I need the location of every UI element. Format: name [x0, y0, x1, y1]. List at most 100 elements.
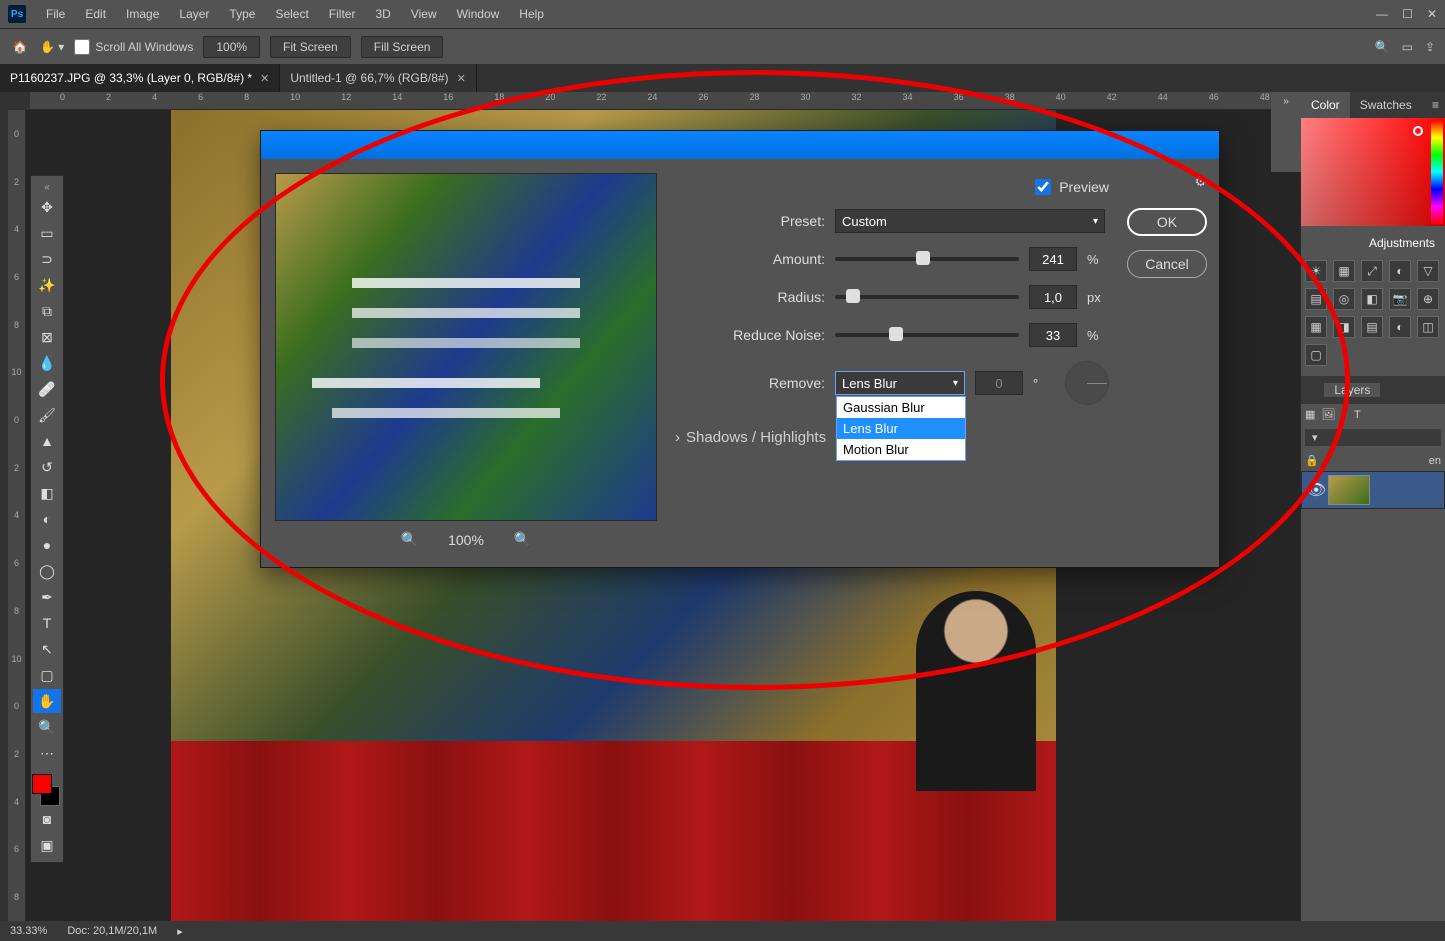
photo-filter-icon[interactable]: 📷 [1389, 288, 1411, 310]
layer-filter-adj-icon[interactable]: ◐ [1341, 409, 1348, 421]
move-tool-icon[interactable]: ✥ [33, 195, 61, 219]
tab-channels[interactable] [1301, 383, 1324, 397]
hand-tool-icon[interactable]: ✋ [33, 689, 61, 713]
hue-slider[interactable] [1431, 120, 1443, 224]
healing-tool-icon[interactable]: 🩹 [33, 377, 61, 401]
tools-collapse-icon[interactable]: « [31, 180, 63, 194]
menu-edit[interactable]: Edit [75, 7, 116, 21]
noise-slider[interactable] [835, 333, 1019, 337]
invert-adj-icon[interactable]: ◨ [1333, 316, 1355, 338]
noise-input[interactable] [1029, 323, 1077, 347]
tab-color[interactable]: Color [1301, 92, 1350, 118]
lasso-tool-icon[interactable]: ⊃ [33, 247, 61, 271]
blend-mode-select[interactable]: ▾ [1305, 429, 1441, 446]
brightness-adj-icon[interactable]: ☀ [1305, 260, 1327, 282]
history-brush-icon[interactable]: ↺ [33, 455, 61, 479]
color-swatches[interactable] [32, 772, 62, 806]
crop-tool-icon[interactable]: ⧉ [33, 299, 61, 323]
document-tab[interactable]: Untitled-1 @ 66,7% (RGB/8#) ✕ [280, 64, 476, 92]
menu-type[interactable]: Type [219, 7, 265, 21]
layer-row[interactable]: 👁 [1301, 471, 1445, 509]
preview-check[interactable]: Preview [1035, 179, 1109, 195]
color-picker[interactable] [1301, 118, 1445, 226]
ok-button[interactable]: OK [1127, 208, 1207, 236]
menu-layer[interactable]: Layer [169, 7, 219, 21]
status-zoom[interactable]: 33.33% [10, 925, 47, 937]
gear-icon[interactable]: ⚙ [1194, 173, 1207, 190]
hand-tool-icon[interactable]: ✋ ▾ [40, 40, 64, 54]
fit-screen-button[interactable]: Fit Screen [270, 36, 351, 58]
more-tool-icon[interactable]: ⋯ [33, 741, 61, 765]
cb-adj-icon[interactable]: ◎ [1333, 288, 1355, 310]
vibrance-adj-icon[interactable]: ▽ [1417, 260, 1439, 282]
status-doc[interactable]: Doc: 20,1M/20,1M [67, 925, 157, 937]
path-tool-icon[interactable]: ↖ [33, 637, 61, 661]
dialog-titlebar[interactable] [261, 131, 1219, 159]
pen-tool-icon[interactable]: ✒ [33, 585, 61, 609]
type-tool-icon[interactable]: T [33, 611, 61, 635]
angle-dial[interactable] [1065, 361, 1109, 405]
remove-option-motion[interactable]: Motion Blur [837, 439, 965, 460]
menu-image[interactable]: Image [116, 7, 169, 21]
zoom-out-icon[interactable]: 🔍 [401, 531, 418, 548]
tab-close-icon[interactable]: ✕ [457, 72, 466, 85]
maximize-icon[interactable]: ☐ [1402, 7, 1413, 21]
eraser-tool-icon[interactable]: ◧ [33, 481, 61, 505]
layer-filter-icon[interactable]: ▦ [1305, 408, 1315, 421]
close-icon[interactable]: ✕ [1427, 7, 1437, 21]
menu-filter[interactable]: Filter [319, 7, 366, 21]
mask-mode-icon[interactable]: ◙ [33, 807, 61, 831]
stamp-tool-icon[interactable]: ▲ [33, 429, 61, 453]
wand-tool-icon[interactable]: ✨ [33, 273, 61, 297]
lock-icon[interactable]: 🔒 [1305, 454, 1319, 467]
share-icon[interactable]: ⇪ [1425, 40, 1435, 54]
hue-adj-icon[interactable]: ▤ [1305, 288, 1327, 310]
menu-help[interactable]: Help [509, 7, 554, 21]
zoom-tool-icon[interactable]: 🔍 [33, 715, 61, 739]
layer-filter-pix-icon[interactable]: 🖼 [1321, 408, 1335, 421]
gradient-tool-icon[interactable]: ◐ [33, 507, 61, 531]
menu-3d[interactable]: 3D [365, 7, 400, 21]
marquee-tool-icon[interactable]: ▭ [33, 221, 61, 245]
amount-slider[interactable] [835, 257, 1019, 261]
tab-layers[interactable]: Layers [1324, 383, 1380, 397]
brush-tool-icon[interactable]: 🖌 [33, 403, 61, 427]
picker-handle[interactable] [1413, 126, 1423, 136]
remove-option-lens[interactable]: Lens Blur [837, 418, 965, 439]
search-icon[interactable]: 🔍 [1375, 40, 1390, 54]
preview-image[interactable] [275, 173, 657, 521]
menu-select[interactable]: Select [265, 7, 318, 21]
dodge-tool-icon[interactable]: ◯ [33, 559, 61, 583]
zoom-in-icon[interactable]: 🔍 [514, 531, 531, 548]
zoom-display[interactable]: 100% [203, 36, 260, 58]
radius-slider[interactable] [835, 295, 1019, 299]
levels-adj-icon[interactable]: ▦ [1333, 260, 1355, 282]
radius-input[interactable] [1029, 285, 1077, 309]
lut-adj-icon[interactable]: ▦ [1305, 316, 1327, 338]
minimize-icon[interactable]: — [1376, 7, 1388, 21]
menu-file[interactable]: File [36, 7, 75, 21]
eyedropper-tool-icon[interactable]: 💧 [33, 351, 61, 375]
shape-tool-icon[interactable]: ▢ [33, 663, 61, 687]
exposure-adj-icon[interactable]: ◐ [1389, 260, 1411, 282]
visibility-icon[interactable]: 👁 [1306, 480, 1322, 500]
curves-adj-icon[interactable]: ⤢ [1361, 260, 1383, 282]
tab-swatches[interactable]: Swatches [1350, 92, 1422, 118]
tab-adjustments[interactable]: Adjustments [1301, 230, 1445, 256]
frame-tool-icon[interactable]: ⊠ [33, 325, 61, 349]
menu-window[interactable]: Window [447, 7, 510, 21]
layer-thumbnail[interactable] [1328, 475, 1370, 505]
remove-select[interactable]: Lens Blur ▾ Gaussian Blur Lens Blur Moti… [835, 371, 965, 395]
layer-filter-type-icon[interactable]: T [1354, 409, 1361, 421]
poster-adj-icon[interactable]: ▤ [1361, 316, 1383, 338]
preset-select[interactable]: Custom ▾ [835, 209, 1105, 233]
screen-mode-icon[interactable]: ▣ [33, 833, 61, 857]
amount-input[interactable] [1029, 247, 1077, 271]
home-icon[interactable]: 🏠 [10, 37, 30, 57]
scroll-all-check[interactable]: Scroll All Windows [74, 39, 193, 55]
cancel-button[interactable]: Cancel [1127, 250, 1207, 278]
selcolor-adj-icon[interactable]: ▢ [1305, 344, 1327, 366]
status-chevron-icon[interactable]: ▸ [177, 925, 183, 938]
preview-checkbox[interactable] [1035, 179, 1051, 195]
bw-adj-icon[interactable]: ◧ [1361, 288, 1383, 310]
